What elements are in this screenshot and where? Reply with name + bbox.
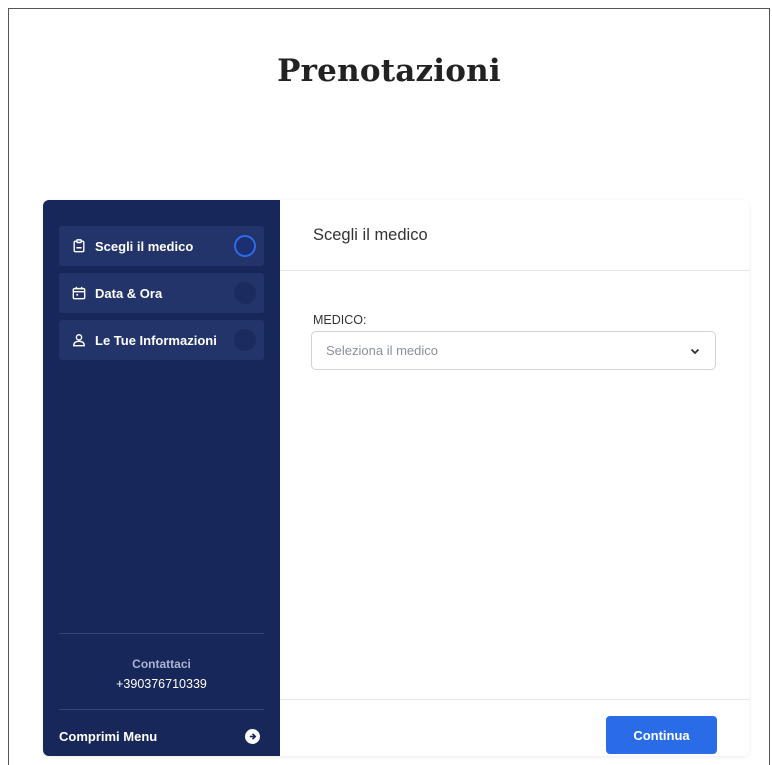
clipboard-icon	[71, 238, 87, 254]
doctor-field-label: MEDICO:	[313, 313, 367, 327]
user-icon	[71, 332, 87, 348]
sidebar-step-label: Data & Ora	[95, 285, 163, 301]
sidebar-step-label: Scegli il medico	[95, 238, 194, 254]
continue-button[interactable]: Continua	[606, 716, 717, 754]
sidebar-step-date-time[interactable]: Data & Ora	[59, 273, 264, 313]
panel-header: Scegli il medico	[280, 200, 749, 271]
collapse-menu-button[interactable]: Comprimi Menu	[59, 726, 264, 746]
sidebar: Scegli il medico Data & Ora Le Tue Infor…	[43, 200, 280, 756]
panel-footer: Continua	[280, 699, 749, 756]
doctor-select-placeholder: Seleziona il medico	[326, 343, 439, 358]
collapse-menu-label: Comprimi Menu	[59, 728, 158, 744]
panel-title: Scegli il medico	[313, 225, 428, 244]
sidebar-step-your-info[interactable]: Le Tue Informazioni	[59, 320, 264, 360]
arrow-right-icon	[245, 728, 260, 744]
sidebar-step-choose-doctor[interactable]: Scegli il medico	[59, 226, 264, 266]
sidebar-divider	[59, 709, 264, 710]
page-title: Prenotazioni	[277, 53, 501, 89]
step-status-indicator	[234, 282, 256, 304]
contact-phone[interactable]: +390376710339	[43, 677, 280, 691]
sidebar-divider	[59, 633, 264, 634]
step-status-indicator	[234, 329, 256, 351]
main-panel: Scegli il medico MEDICO: Seleziona il me…	[280, 200, 749, 756]
chevron-down-icon	[690, 348, 700, 355]
step-status-indicator	[234, 235, 256, 257]
sidebar-step-label: Le Tue Informazioni	[95, 332, 217, 348]
contact-label: Contattaci	[132, 657, 191, 671]
browser-frame: Prenotazioni Scegli il medico Data & Ora…	[8, 8, 770, 765]
calendar-icon	[71, 285, 87, 301]
booking-widget: Scegli il medico Data & Ora Le Tue Infor…	[43, 200, 749, 756]
doctor-select[interactable]: Seleziona il medico	[311, 331, 716, 370]
